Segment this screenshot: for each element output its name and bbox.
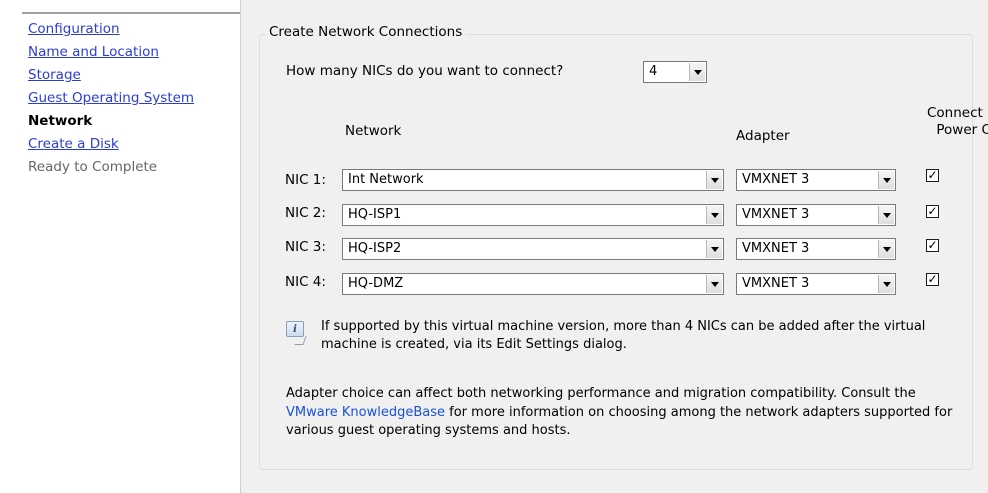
nic-4-adapter-value: VMXNET 3 bbox=[742, 276, 810, 291]
adapter-note: Adapter choice can affect both networkin… bbox=[286, 385, 971, 441]
nic-4-connect-checkbox[interactable]: ✓ bbox=[926, 273, 939, 286]
nav-item-guest-os[interactable]: Guest Operating System bbox=[28, 87, 194, 110]
content-panel: Create Network Connections How many NICs… bbox=[241, 0, 988, 493]
connect-header-line1: Connect at bbox=[927, 105, 988, 121]
check-icon: ✓ bbox=[927, 204, 938, 218]
check-icon: ✓ bbox=[927, 168, 938, 182]
nav-link-configuration[interactable]: Configuration bbox=[28, 21, 120, 37]
chevron-down-icon[interactable] bbox=[706, 275, 722, 293]
wizard-steps: Configuration Name and Location Storage … bbox=[28, 18, 194, 179]
nic-2-adapter-value: VMXNET 3 bbox=[742, 207, 810, 222]
nic-1-network-value: Int Network bbox=[348, 172, 424, 187]
chevron-down-icon[interactable] bbox=[878, 240, 894, 258]
nic-2-network-value: HQ-ISP1 bbox=[348, 207, 402, 222]
chevron-down-icon[interactable] bbox=[878, 206, 894, 224]
network-column-header: Network bbox=[345, 123, 402, 139]
nic-info-text: If supported by this virtual machine ver… bbox=[321, 319, 926, 352]
nic-2-network-select[interactable]: HQ-ISP1 bbox=[342, 204, 724, 226]
nav-item-ready-to-complete: Ready to Complete bbox=[28, 159, 158, 175]
nic-3-network-select[interactable]: HQ-ISP2 bbox=[342, 238, 724, 260]
nic-2-adapter-select[interactable]: VMXNET 3 bbox=[736, 204, 896, 226]
nic-3-adapter-select[interactable]: VMXNET 3 bbox=[736, 238, 896, 260]
nic-1-adapter-value: VMXNET 3 bbox=[742, 172, 810, 187]
nic-4-network-value: HQ-DMZ bbox=[348, 276, 404, 291]
nic-4-adapter-select[interactable]: VMXNET 3 bbox=[736, 273, 896, 295]
nav-item-network: Network bbox=[28, 113, 93, 129]
chevron-down-icon[interactable] bbox=[878, 171, 894, 189]
adapter-column-header: Adapter bbox=[736, 128, 790, 144]
check-icon: ✓ bbox=[927, 272, 938, 286]
nic-1-adapter-select[interactable]: VMXNET 3 bbox=[736, 169, 896, 191]
nic-count-value: 4 bbox=[649, 64, 658, 79]
check-icon: ✓ bbox=[927, 238, 938, 252]
nav-link-guest-os[interactable]: Guest Operating System bbox=[28, 90, 194, 106]
nav-item-name-and-location[interactable]: Name and Location bbox=[28, 41, 194, 64]
nav-item-create-disk[interactable]: Create a Disk bbox=[28, 133, 194, 156]
nav-link-storage[interactable]: Storage bbox=[28, 67, 81, 83]
nic-4-label: NIC 4: bbox=[285, 274, 326, 290]
nav-top-divider bbox=[22, 12, 240, 14]
nic-3-network-value: HQ-ISP2 bbox=[348, 241, 402, 256]
info-icon: i bbox=[286, 321, 304, 337]
chevron-down-icon[interactable] bbox=[689, 63, 705, 81]
nic-count-select[interactable]: 4 bbox=[643, 61, 707, 83]
nic-count-question: How many NICs do you want to connect? bbox=[286, 63, 564, 79]
connect-header-line2: Power On bbox=[936, 122, 988, 138]
wizard-nav: Configuration Name and Location Storage … bbox=[0, 0, 240, 493]
nic-4-network-select[interactable]: HQ-DMZ bbox=[342, 273, 724, 295]
vmware-kb-link[interactable]: VMware KnowledgeBase bbox=[286, 405, 445, 420]
groupbox-title: Create Network Connections bbox=[265, 24, 467, 40]
nic-3-label: NIC 3: bbox=[285, 239, 326, 255]
nav-link-create-disk[interactable]: Create a Disk bbox=[28, 136, 119, 152]
nic-1-network-select[interactable]: Int Network bbox=[342, 169, 724, 191]
chevron-down-icon[interactable] bbox=[706, 171, 722, 189]
nic-3-adapter-value: VMXNET 3 bbox=[742, 241, 810, 256]
nic-2-label: NIC 2: bbox=[285, 205, 326, 221]
connect-column-header: Connect at Power On bbox=[927, 105, 988, 139]
nic-2-connect-checkbox[interactable]: ✓ bbox=[926, 205, 939, 218]
chevron-down-icon[interactable] bbox=[706, 206, 722, 224]
chevron-down-icon[interactable] bbox=[706, 240, 722, 258]
nav-item-configuration[interactable]: Configuration bbox=[28, 18, 194, 41]
nav-item-storage[interactable]: Storage bbox=[28, 64, 194, 87]
nic-3-connect-checkbox[interactable]: ✓ bbox=[926, 239, 939, 252]
chevron-down-icon[interactable] bbox=[878, 275, 894, 293]
adapter-note-text-1: Adapter choice can affect both networkin… bbox=[286, 386, 916, 401]
nav-link-name-and-location[interactable]: Name and Location bbox=[28, 44, 159, 60]
nic-1-connect-checkbox[interactable]: ✓ bbox=[926, 169, 939, 182]
nic-1-label: NIC 1: bbox=[285, 172, 326, 188]
